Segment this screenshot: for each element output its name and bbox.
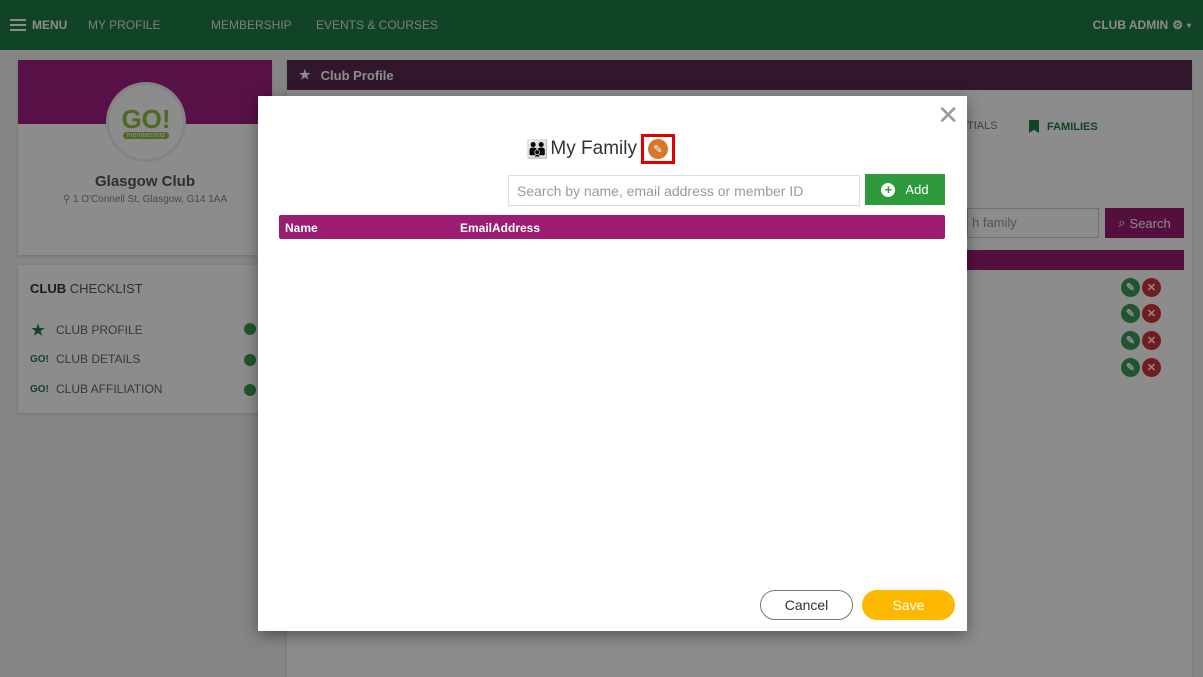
modal-title-text: My Family <box>550 138 637 159</box>
add-button-label: Add <box>905 182 929 197</box>
family-icon: 👪 <box>526 138 549 159</box>
save-button[interactable]: Save <box>862 590 955 620</box>
edit-title-highlight: ✎ <box>640 134 675 164</box>
cancel-button[interactable]: Cancel <box>760 590 853 620</box>
column-header-name[interactable]: Name <box>285 221 318 235</box>
family-table-header: Name EmailAddress <box>279 215 945 239</box>
add-member-button[interactable]: + Add <box>865 174 945 205</box>
column-header-email[interactable]: EmailAddress <box>460 221 540 235</box>
plus-circle-icon: + <box>881 182 896 197</box>
modal-title: 👪 My Family ✎ <box>526 134 675 164</box>
my-family-modal: ✕ 👪 My Family ✎ Search by name, email ad… <box>258 96 967 631</box>
edit-pencil-icon[interactable]: ✎ <box>647 139 668 159</box>
member-search-input[interactable]: Search by name, email address or member … <box>508 175 860 206</box>
close-icon[interactable]: ✕ <box>937 102 959 128</box>
